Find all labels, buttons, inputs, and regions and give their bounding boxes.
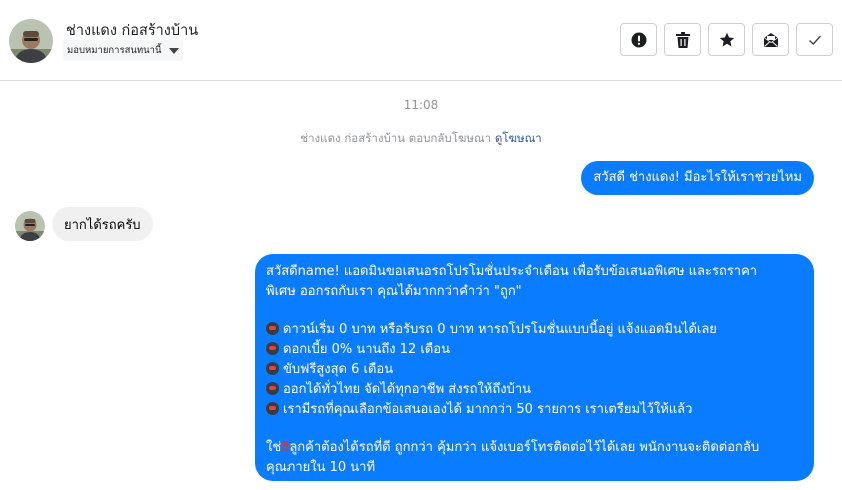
report-button[interactable]: [620, 23, 657, 56]
message-timestamp: 11:08: [403, 98, 439, 112]
outgoing-message[interactable]: สวัสดี ช่างแดง! มีอะไรให้เราช่วยไหม: [581, 161, 814, 195]
conversation-header: ช่างแดง ก่อสร้างบ้าน มอบหมายการสนทนานี้: [0, 0, 842, 81]
done-button[interactable]: [796, 23, 833, 56]
promo-bullet: ออกได้ทั่วไทย จัดได้ทุกอาชีพ ส่งรถให้ถึง…: [266, 380, 804, 400]
assign-conversation-dropdown[interactable]: มอบหมายการสนทนานี้: [63, 40, 183, 61]
mark-unread-button[interactable]: [752, 23, 789, 56]
promo-closing-line-2: คุณภายใน 10 นาที: [266, 460, 376, 475]
car-emoji-icon: [266, 402, 279, 415]
car-emoji-icon: [266, 382, 279, 395]
promo-bullet: ดอกเบี้ย 0% นานถึง 12 เดือน: [266, 340, 804, 360]
promo-line-1: สวัสดีname! แอดมินขอเสนอรถโปรโมชั่นประจำ…: [266, 264, 758, 279]
view-ad-link[interactable]: ดูโฆษณา: [495, 131, 542, 145]
exclamation-icon: [631, 32, 646, 47]
star-button[interactable]: [708, 23, 745, 56]
promo-bullet: ขับฟรีสูงสุด 6 เดือน: [266, 360, 804, 380]
outgoing-message-promo[interactable]: สวัสดีname! แอดมินขอเสนอรถโปรโมชั่นประจำ…: [255, 254, 814, 481]
promo-bullet: ดาวน์เริ่ม 0 บาท หรือรับรถ 0 บาท หารถโปร…: [266, 320, 804, 340]
car-emoji-icon: [266, 322, 279, 335]
ad-reply-notice: ช่างแดง ก่อสร้างบ้าน ตอบกลับโฆษณา ดูโฆษณ…: [0, 130, 842, 148]
caret-down-icon: [168, 47, 179, 54]
car-emoji-icon: [266, 362, 279, 375]
promo-bullet: เรามีรถที่คุณเลือกข้อเสนอเองได้ มากกว่า …: [266, 400, 804, 420]
star-icon: [719, 32, 734, 46]
trash-icon: [675, 31, 690, 48]
promo-closing-line-1: ใช่‼ลูกค้าต้องได้รถที่ดี ถูกกว่า คุ้มกว่…: [266, 438, 804, 458]
contact-name[interactable]: ช่างแดง ก่อสร้างบ้าน: [66, 19, 198, 42]
envelope-icon: [763, 32, 778, 47]
promo-line-2: พิเศษ ออกรถกับเรา คุณได้มากกว่าคำว่า "ถู…: [266, 284, 522, 299]
incoming-message[interactable]: ยากได้รถครับ: [52, 207, 153, 241]
conversation-toolbar: [620, 23, 833, 56]
sender-avatar[interactable]: [15, 211, 45, 241]
assign-label: มอบหมายการสนทนานี้: [67, 45, 162, 56]
car-emoji-icon: [266, 342, 279, 355]
delete-button[interactable]: [664, 23, 701, 56]
checkmark-icon: [808, 35, 821, 45]
ad-reply-text: ช่างแดง ก่อสร้างบ้าน ตอบกลับโฆษณา: [300, 131, 492, 145]
contact-avatar[interactable]: [9, 19, 53, 63]
